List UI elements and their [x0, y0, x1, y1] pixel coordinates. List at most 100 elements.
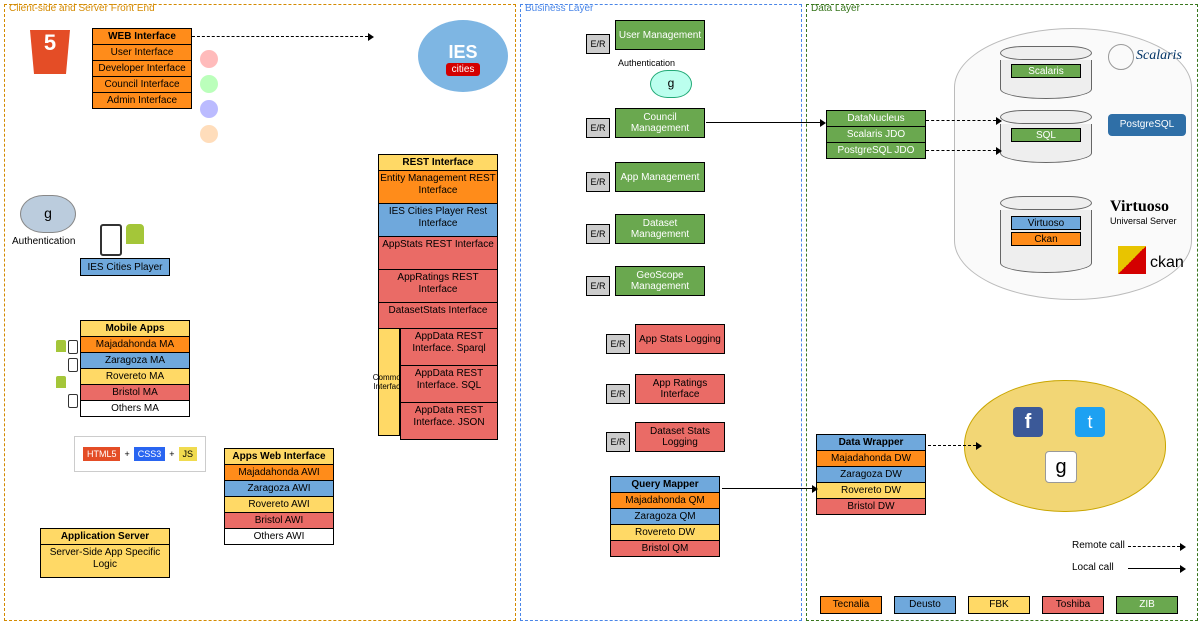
web-interface-stack: WEB Interface User Interface Developer I… — [92, 28, 192, 109]
common-interface-stack: AppData REST Interface. Sparql AppData R… — [400, 328, 498, 440]
apps-web-interface-stack: Apps Web Interface Majadahonda AWI Zarag… — [224, 448, 334, 545]
mobile-app-item: Rovereto MA — [80, 369, 190, 385]
datanucleus-stack: DataNucleus Scalaris JDO PostgreSQL JDO — [826, 110, 926, 159]
qm-item: Rovereto DW — [610, 525, 720, 541]
legend-item: Tecnalia — [820, 596, 882, 614]
html5-icon: 5 — [30, 30, 70, 74]
er-tag: E/R — [586, 224, 610, 244]
legend-item: Toshiba — [1042, 596, 1104, 614]
dw-item: Zaragoza DW — [816, 467, 926, 483]
auth-cloud-small: g — [650, 70, 692, 98]
awi-item: Zaragoza AWI — [224, 481, 334, 497]
postgres-badge: PostgreSQL — [1108, 114, 1186, 136]
arrow — [928, 445, 976, 446]
er-tag: E/R — [586, 276, 610, 296]
awi-item: Bristol AWI — [224, 513, 334, 529]
auth-label: Authentication — [12, 236, 75, 247]
awi-item: Majadahonda AWI — [224, 465, 334, 481]
mobile-apps-stack: Mobile Apps Majadahonda MA Zaragoza MA R… — [80, 320, 190, 417]
android-icon — [56, 340, 66, 352]
dn-item: Scalaris JDO — [826, 127, 926, 143]
legend-item: FBK — [968, 596, 1030, 614]
common-item: AppData REST Interface. Sparql — [400, 328, 498, 366]
data-wrapper-stack: Data Wrapper Majadahonda DW Zaragoza DW … — [816, 434, 926, 515]
arrow — [722, 488, 812, 489]
scalaris-badge — [1108, 44, 1134, 70]
mobile-app-item: Majadahonda MA — [80, 337, 190, 353]
data-layer-title: Data Layer — [811, 3, 860, 14]
business-layer-title: Business Layer — [525, 3, 593, 14]
qm-item: Zaragoza QM — [610, 509, 720, 525]
local-arrow — [1128, 568, 1180, 569]
rest-item: Entity Management REST Interface — [378, 171, 498, 204]
logging-box: App Ratings Interface — [635, 374, 725, 404]
web-interface-title: WEB Interface — [92, 28, 192, 45]
common-interface-label: Common Interface — [378, 328, 400, 436]
er-tag: E/R — [606, 384, 630, 404]
mobile-app-item: Bristol MA — [80, 385, 190, 401]
rest-title: REST Interface — [378, 154, 498, 171]
rest-interface-stack: REST Interface Entity Management REST In… — [378, 154, 498, 336]
arrow — [192, 36, 368, 37]
person-icon — [200, 75, 218, 93]
mgmt-box: User Management — [615, 20, 705, 50]
phone-icon — [68, 358, 78, 372]
twitter-icon: t — [1075, 407, 1105, 437]
dn-item: PostgreSQL JDO — [826, 143, 926, 159]
mgmt-box: App Management — [615, 162, 705, 192]
client-layer-title: Client-side and Server Front End — [9, 3, 155, 14]
auth-cloud: g — [20, 195, 76, 233]
web-interface-item: Admin Interface — [92, 93, 192, 109]
rest-item: IES Cities Player Rest Interface — [378, 204, 498, 237]
tech-badges: HTML5+ CSS3+ JS — [74, 436, 206, 472]
ies-cities-player-box: IES Cities Player — [80, 258, 170, 276]
person-icon — [200, 50, 218, 68]
dw-item: Majadahonda DW — [816, 451, 926, 467]
virtuoso-label: VirtuosoUniversal Server — [1110, 198, 1177, 226]
web-interface-item: User Interface — [92, 45, 192, 61]
person-icon — [200, 100, 218, 118]
qm-title: Query Mapper — [610, 476, 720, 493]
logging-box: App Stats Logging — [635, 324, 725, 354]
ckan-label: ckan — [1150, 254, 1184, 272]
legend-item: Deusto — [894, 596, 956, 614]
awi-item: Rovereto AWI — [224, 497, 334, 513]
google-icon: g — [1045, 451, 1077, 483]
db-cylinder: SQL — [1000, 110, 1090, 163]
rest-item: AppStats REST Interface — [378, 237, 498, 270]
dw-title: Data Wrapper — [816, 434, 926, 451]
local-call-label: Local call — [1072, 562, 1114, 573]
awi-title: Apps Web Interface — [224, 448, 334, 465]
arrow — [926, 120, 996, 121]
er-tag: E/R — [606, 432, 630, 452]
android-icon — [56, 376, 66, 388]
auth-sub-label: Authentication — [618, 58, 675, 68]
legend: Tecnalia Deusto FBK Toshiba ZIB — [820, 596, 1178, 614]
er-tag: E/R — [606, 334, 630, 354]
awi-item: Others AWI — [224, 529, 334, 545]
dw-item: Bristol DW — [816, 499, 926, 515]
mobile-apps-title: Mobile Apps — [80, 320, 190, 337]
arrow — [706, 122, 820, 123]
arrow — [926, 150, 996, 151]
rest-item: AppRatings REST Interface — [378, 270, 498, 303]
logging-box: Dataset Stats Logging — [635, 422, 725, 452]
web-interface-item: Council Interface — [92, 77, 192, 93]
person-icon — [200, 125, 218, 143]
db-cylinder: Virtuoso Ckan — [1000, 196, 1090, 273]
er-tag: E/R — [586, 118, 610, 138]
web-interface-item: Developer Interface — [92, 61, 192, 77]
er-tag: E/R — [586, 34, 610, 54]
common-item: AppData REST Interface. JSON — [400, 403, 498, 440]
phone-icon — [68, 394, 78, 408]
phone-icon — [100, 224, 122, 256]
qm-item: Bristol QM — [610, 541, 720, 557]
legend-item: ZIB — [1116, 596, 1178, 614]
remote-arrow — [1128, 546, 1180, 547]
mgmt-box: Council Management — [615, 108, 705, 138]
remote-call-label: Remote call — [1072, 540, 1125, 551]
mobile-app-item: Zaragoza MA — [80, 353, 190, 369]
mobile-app-item: Others MA — [80, 401, 190, 417]
db-cylinder: Scalaris — [1000, 46, 1090, 99]
scalaris-label: Scalaris — [1136, 48, 1182, 64]
